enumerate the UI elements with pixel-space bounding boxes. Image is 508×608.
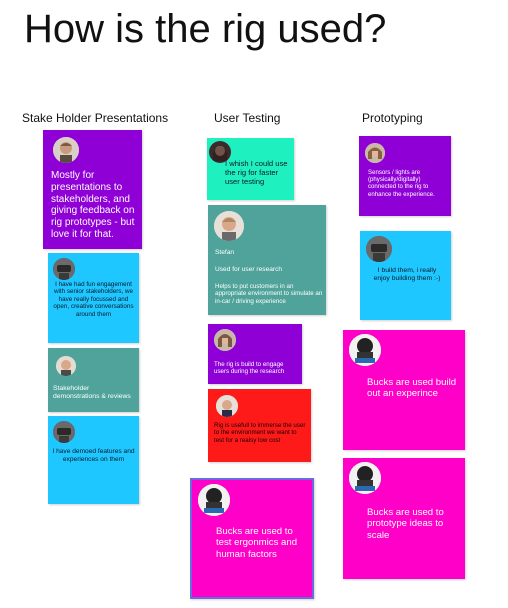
column-header-stakeholder: Stake Holder Presentations [22,111,169,125]
vr-headset-avatar [53,258,75,280]
man-face-avatar [216,395,238,417]
note-text: Stakeholder demonstrations & reviews [53,385,131,401]
note-text: The rig is build to engage users during … [214,361,285,376]
sticky-note[interactable]: Bucks are used to prototype ideas to sca… [343,458,465,579]
sticky-note[interactable]: Bucks are used to test ergonmics and hum… [190,478,314,599]
vr-headset-avatar [366,236,392,262]
note-text: I have had fun engagement with senior st… [53,281,134,318]
note-text: Bucks are used to test ergonmics and hum… [216,526,298,560]
note-text: Bucks are used to prototype ideas to sca… [367,507,444,541]
head-avatar [349,334,381,366]
note-text: Bucks are used build out an experince [367,377,457,400]
head-avatar [349,462,381,494]
note-text: Mostly for presentations to stakeholders… [51,170,135,240]
sticky-note[interactable]: I whish I could use the rig for faster u… [207,138,294,200]
man-face-avatar [56,356,76,376]
sticky-note[interactable]: Stakeholder demonstrations & reviews [48,348,139,412]
head-avatar [198,484,230,516]
sticky-note[interactable]: Mostly for presentations to stakeholders… [43,130,142,249]
woman-face-avatar [214,329,236,351]
note-text: I build them, i really enjoy building th… [373,267,441,283]
man-face-avatar [53,137,79,163]
vr-headset-avatar [53,421,75,443]
note-text: I have demoed features and experiences o… [52,448,135,463]
sticky-note[interactable]: I have had fun engagement with senior st… [48,253,139,343]
sticky-note[interactable]: Rig is usefull to immerse the user to th… [208,389,311,462]
sticky-note[interactable]: I build them, i really enjoy building th… [360,231,451,320]
column-header-prototyping: Prototyping [362,111,423,125]
note-name: Stefan [215,249,235,256]
note-text: Rig is usefull to immerse the user to th… [214,422,306,444]
sticky-note[interactable]: Stefan Used for user research Helps to p… [208,205,326,315]
note-text: I whish I could use the rig for faster u… [225,159,288,186]
column-header-user-testing: User Testing [214,111,281,125]
note-text: Sensors / lights are (physically/digital… [368,169,435,198]
sticky-note[interactable]: The rig is build to engage users during … [208,324,302,384]
page-title: How is the rig used? [24,7,387,51]
note-text: Helps to put customers in an appropriate… [215,283,323,305]
sticky-note[interactable]: Sensors / lights are (physically/digital… [359,136,451,216]
sticky-note[interactable]: I have demoed features and experiences o… [48,416,139,504]
woman-face-avatar [365,143,385,163]
man-face-avatar [214,211,244,241]
note-text: Used for user research [215,266,283,273]
sticky-note[interactable]: Bucks are used build out an experince [343,330,465,450]
